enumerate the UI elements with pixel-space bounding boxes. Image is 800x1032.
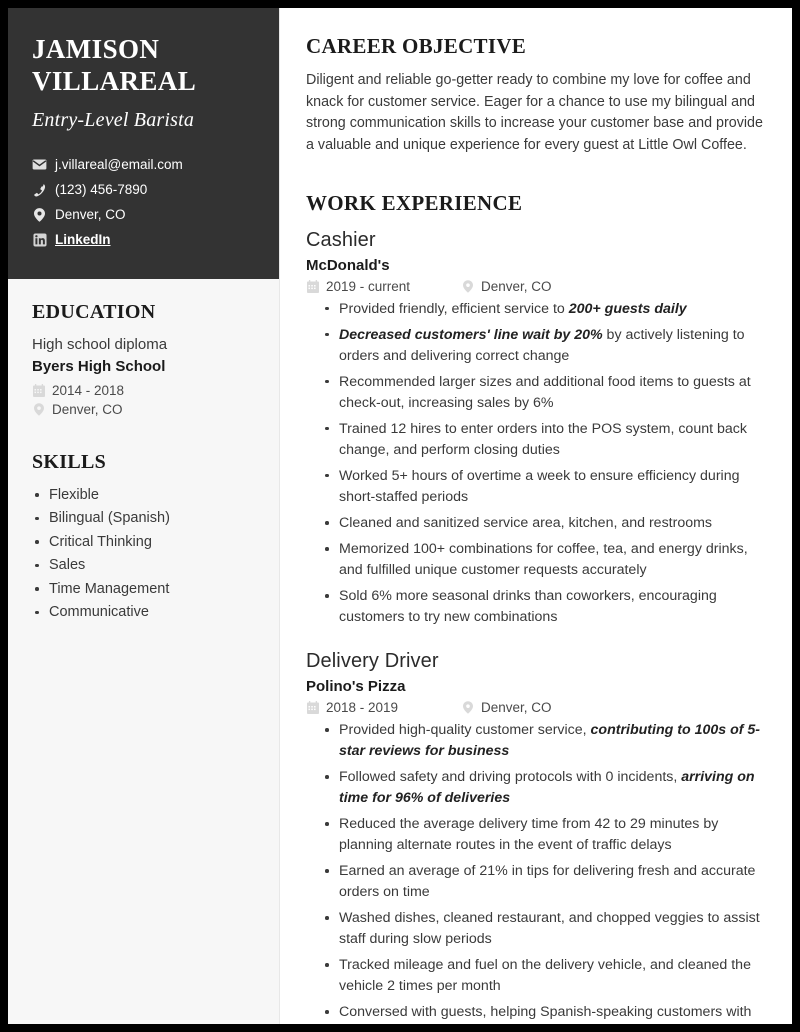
job-dates-text: 2018 - 2019 <box>326 700 399 716</box>
education-location-text: Denver, CO <box>52 401 123 417</box>
candidate-title: Entry-Level Barista <box>32 108 195 131</box>
job-bullet: Tracked mileage and fuel on the delivery… <box>306 955 770 997</box>
job-bullet-list: Provided high-quality customer service, … <box>306 720 770 1024</box>
phone-icon <box>32 183 47 198</box>
map-pin-icon <box>461 279 474 293</box>
job-dates: 2019 - current <box>306 279 461 294</box>
job-company: McDonald's <box>306 256 390 274</box>
contact-linkedin[interactable]: LinkedIn <box>32 231 255 249</box>
sidebar-header: JAMISON VILLAREAL Entry-Level Barista j.… <box>8 8 279 279</box>
education-dates: 2014 - 2018 <box>32 383 255 398</box>
bullet-emphasis: contributing to 100s of 5-star reviews f… <box>339 722 761 760</box>
skills-list: Flexible Bilingual (Spanish) Critical Thin… <box>32 484 255 625</box>
skill-item: Communicative <box>32 601 255 624</box>
job-bullet: Trained 12 hires to enter orders into th… <box>306 419 770 461</box>
bullet-emphasis: Decreased customers' line wait by 20% <box>339 326 603 343</box>
contact-email[interactable]: j.villareal@email.com <box>32 156 255 174</box>
education-heading: EDUCATION <box>32 300 156 323</box>
job-bullet: Earned an average of 21% in tips for del… <box>306 861 770 903</box>
resume-page: JAMISON VILLAREAL Entry-Level Barista j.… <box>8 8 792 1024</box>
job-role: Delivery Driver <box>306 650 439 673</box>
bullet-emphasis: 200+ guests daily <box>568 300 687 317</box>
skill-item: Bilingual (Spanish) <box>32 507 255 530</box>
skill-item: Sales <box>32 554 255 577</box>
job-bullet: Provided friendly, efficient service to … <box>306 299 770 320</box>
skill-item: Flexible <box>32 484 255 507</box>
sidebar: JAMISON VILLAREAL Entry-Level Barista j.… <box>8 8 280 1024</box>
objective-heading: CAREER OBJECTIVE <box>306 34 527 58</box>
contact-phone-text: (123) 456-7890 <box>55 181 148 197</box>
map-pin-icon <box>32 208 47 223</box>
job-company: Polino's Pizza <box>306 678 406 696</box>
education-section: EDUCATION High school diploma Byers High… <box>32 301 255 417</box>
job-meta: 2018 - 2019 Denver, CO <box>306 700 770 715</box>
job-bullet: Provided high-quality customer service, … <box>306 720 770 762</box>
contact-location: Denver, CO <box>32 206 255 224</box>
calendar-icon <box>306 279 319 293</box>
job-meta: 2019 - current Denver, CO <box>306 279 770 294</box>
linkedin-icon <box>32 233 47 248</box>
job-bullet: Conversed with guests, helping Spanish-s… <box>306 1002 770 1024</box>
education-degree: High school diploma <box>32 335 168 353</box>
job-bullet: Decreased customers' line wait by 20% by… <box>306 325 770 367</box>
objective-text: Diligent and reliable go-getter ready to… <box>306 72 763 154</box>
job-location-text: Denver, CO <box>481 700 552 716</box>
work-experience-section: WORK EXPERIENCE Cashier McDonald's 2019 - … <box>306 191 770 1024</box>
contact-phone[interactable]: (123) 456-7890 <box>32 181 255 199</box>
sidebar-body: EDUCATION High school diploma Byers High… <box>8 279 279 625</box>
job-location: Denver, CO <box>461 700 552 715</box>
job-entry: Delivery Driver Polino's Pizza 2018 - 2019… <box>306 648 770 1024</box>
education-location: Denver, CO <box>32 402 255 417</box>
calendar-icon <box>32 383 45 397</box>
job-entry: Cashier McDonald's 2019 - current Denver, C… <box>306 227 770 628</box>
skill-item: Time Management <box>32 578 255 601</box>
envelope-icon <box>32 157 47 172</box>
main-content: CAREER OBJECTIVE Diligent and reliable g… <box>280 8 792 1024</box>
job-bullet: Memorized 100+ combinations for coffee, … <box>306 539 770 581</box>
job-bullet: Sold 6% more seasonal drinks than cowork… <box>306 586 770 628</box>
job-dates-text: 2019 - current <box>326 278 411 294</box>
map-pin-icon <box>461 701 474 715</box>
job-bullet-list: Provided friendly, efficient service to … <box>306 299 770 628</box>
work-experience-heading: WORK EXPERIENCE <box>306 190 523 215</box>
skills-heading: SKILLS <box>32 450 107 473</box>
education-school: Byers High School <box>32 358 166 376</box>
calendar-icon <box>306 701 319 715</box>
map-pin-icon <box>32 402 45 416</box>
job-bullet: Recommended larger sizes and additional … <box>306 372 770 414</box>
bullet-emphasis: arriving on time for 96% of deliveries <box>339 769 755 807</box>
job-location-text: Denver, CO <box>481 278 552 294</box>
job-role: Cashier <box>306 228 376 251</box>
education-dates-text: 2014 - 2018 <box>52 382 125 398</box>
contact-location-text: Denver, CO <box>55 207 126 223</box>
job-location: Denver, CO <box>461 279 552 294</box>
contact-list: j.villareal@email.com (123) 456-7890 Den… <box>32 156 255 250</box>
job-bullet: Worked 5+ hours of overtime a week to en… <box>306 466 770 508</box>
contact-linkedin-text[interactable]: LinkedIn <box>55 231 111 249</box>
skill-item: Critical Thinking <box>32 531 255 554</box>
job-bullet: Cleaned and sanitized service area, kitc… <box>306 513 770 534</box>
contact-email-text: j.villareal@email.com <box>55 156 183 172</box>
job-bullet: Followed safety and driving protocols wi… <box>306 767 770 809</box>
job-bullet: Reduced the average delivery time from 4… <box>306 814 770 856</box>
skills-section: SKILLS Flexible Bilingual (Spanish) Critic… <box>32 451 255 625</box>
job-list: Cashier McDonald's 2019 - current Denver, C… <box>306 227 770 1024</box>
job-dates: 2018 - 2019 <box>306 700 461 715</box>
candidate-name: JAMISON VILLAREAL <box>32 34 197 96</box>
objective-section: CAREER OBJECTIVE Diligent and reliable g… <box>306 34 770 157</box>
job-bullet: Washed dishes, cleaned restaurant, and c… <box>306 908 770 950</box>
